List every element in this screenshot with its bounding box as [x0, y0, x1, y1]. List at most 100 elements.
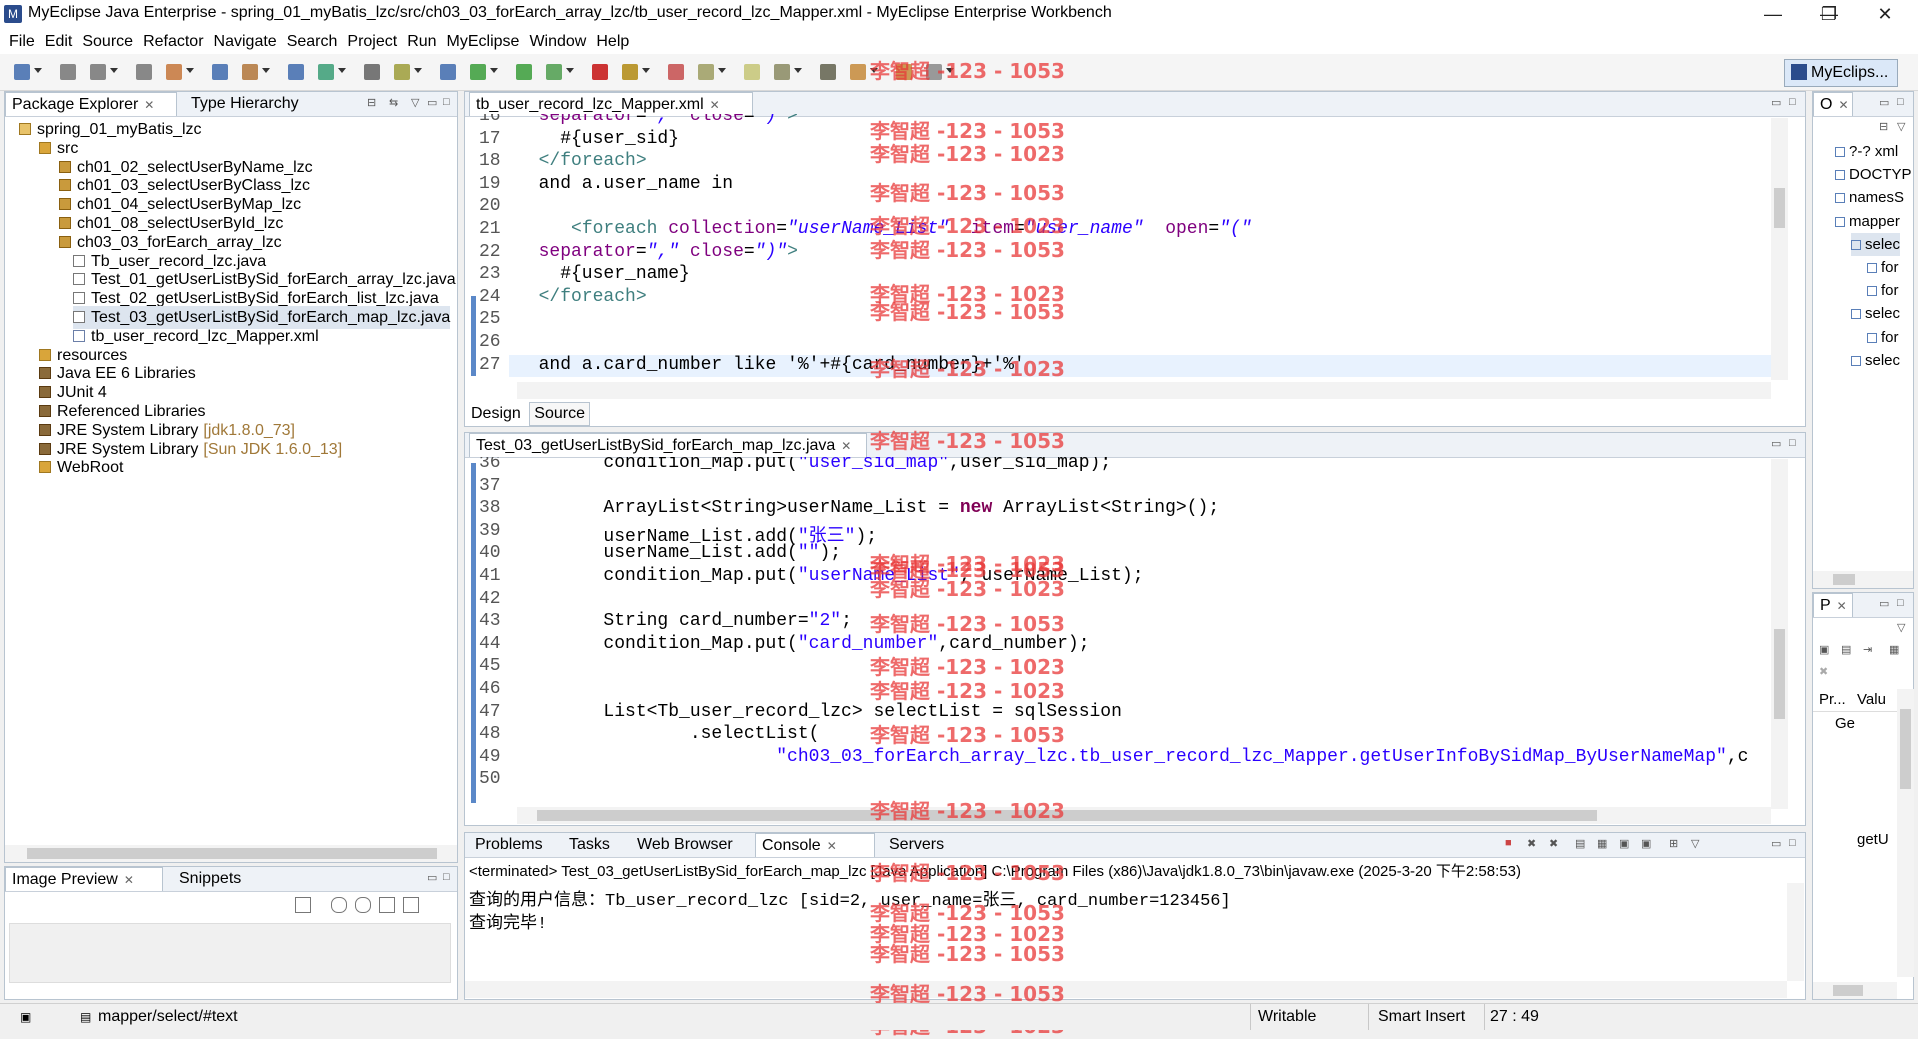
scrollbar-thumb[interactable]: [537, 810, 1597, 821]
new-java-icon[interactable]: [622, 64, 638, 80]
open-type-icon[interactable]: [212, 64, 228, 80]
collapse-all-icon[interactable]: ⊟: [1879, 120, 1888, 133]
restore-button[interactable]: ❐: [1806, 0, 1852, 30]
view-menu-icon[interactable]: ▽: [1897, 621, 1905, 634]
maximize-view-icon[interactable]: □: [443, 96, 450, 108]
print-icon[interactable]: [136, 64, 152, 80]
tab-outline[interactable]: O ✕: [1813, 92, 1853, 116]
horizontal-scrollbar[interactable]: [517, 382, 1771, 399]
close-icon[interactable]: ✕: [144, 98, 154, 112]
dropdown-arrow-icon[interactable]: [414, 68, 422, 73]
advanced-icon[interactable]: ⇥: [1863, 643, 1872, 656]
debug-icon[interactable]: [440, 64, 456, 80]
maximize-view-icon[interactable]: □: [443, 871, 450, 883]
link-editor-icon[interactable]: ⇆: [389, 96, 398, 109]
server-icon[interactable]: [288, 64, 304, 80]
minimize-view-icon[interactable]: ▭: [1771, 437, 1781, 450]
collapse-all-icon[interactable]: ⊟: [367, 96, 376, 109]
categories-icon[interactable]: ▤: [1841, 643, 1851, 656]
tab-problems[interactable]: Problems: [469, 833, 549, 857]
vertical-scrollbar[interactable]: [1787, 883, 1804, 981]
prev-annotation-icon[interactable]: [820, 64, 836, 80]
minimize-view-icon[interactable]: ▭: [1879, 96, 1889, 109]
horizontal-scrollbar[interactable]: [1813, 571, 1913, 588]
minimize-view-icon[interactable]: ▭: [1879, 597, 1889, 610]
menu-item-myeclipse[interactable]: MyEclipse: [442, 30, 525, 54]
filter-icon[interactable]: ▦: [1889, 643, 1899, 656]
run-icon[interactable]: [470, 64, 486, 80]
remove-launch-icon[interactable]: ✖: [1527, 837, 1536, 850]
menu-item-help[interactable]: Help: [591, 30, 634, 54]
vertical-scrollbar[interactable]: [1771, 118, 1788, 380]
open-resource-icon[interactable]: [242, 64, 258, 80]
outline-item[interactable]: for: [1867, 279, 1899, 302]
close-icon[interactable]: ✕: [841, 439, 851, 453]
dropdown-arrow-icon[interactable]: [110, 68, 118, 73]
console-menu-icon[interactable]: ▽: [1691, 837, 1699, 850]
zoom-in-icon[interactable]: [355, 897, 371, 913]
tab-image-preview[interactable]: Image Preview ✕: [5, 867, 163, 891]
dropdown-arrow-icon[interactable]: [794, 68, 802, 73]
maximize-view-icon[interactable]: □: [1789, 437, 1796, 449]
menu-item-file[interactable]: File: [4, 30, 40, 54]
dropdown-arrow-icon[interactable]: [490, 68, 498, 73]
external-tools-icon[interactable]: [592, 64, 608, 80]
tree-item[interactable]: WebRoot: [39, 456, 123, 479]
outline-item[interactable]: selec: [1851, 302, 1900, 325]
menu-item-project[interactable]: Project: [342, 30, 402, 54]
outline-item[interactable]: selec: [1851, 349, 1900, 372]
menu-item-search[interactable]: Search: [282, 30, 343, 54]
display-console-icon[interactable]: ▣: [1641, 837, 1651, 850]
java-code-area[interactable]: 36 condition_Map.put("user_sid_map",user…: [465, 457, 1775, 807]
outline-item[interactable]: namesS: [1835, 186, 1904, 209]
menu-item-source[interactable]: Source: [77, 30, 138, 54]
horizontal-scrollbar[interactable]: [1813, 982, 1897, 999]
new-icon[interactable]: [14, 64, 30, 80]
next-annotation-icon[interactable]: [774, 64, 790, 80]
vertical-scrollbar[interactable]: [1771, 459, 1788, 809]
actual-size-icon[interactable]: [379, 897, 395, 913]
outline-item[interactable]: ?-? xml: [1835, 140, 1898, 163]
restore-default-icon[interactable]: ✖: [1819, 665, 1828, 678]
remove-all-icon[interactable]: ✖: [1549, 837, 1558, 850]
tab-package-explorer[interactable]: Package Explorer ✕: [5, 92, 177, 116]
tab-xml-mapper[interactable]: tb_user_record_lzc_Mapper.xml ✕: [469, 92, 753, 116]
menu-item-window[interactable]: Window: [524, 30, 591, 54]
dropdown-arrow-icon[interactable]: [186, 68, 194, 73]
dropdown-arrow-icon[interactable]: [566, 68, 574, 73]
minimize-view-icon[interactable]: ▭: [1771, 96, 1781, 109]
horizontal-scrollbar[interactable]: [465, 981, 1787, 998]
dropdown-arrow-icon[interactable]: [338, 68, 346, 73]
menu-item-run[interactable]: Run: [402, 30, 441, 54]
tab-servers[interactable]: Servers: [883, 833, 950, 857]
perspective-switcher[interactable]: MyEclips...: [1784, 59, 1898, 87]
maximize-view-icon[interactable]: □: [1897, 597, 1904, 609]
dropdown-arrow-icon[interactable]: [718, 68, 726, 73]
clear-console-icon[interactable]: ▤: [1575, 837, 1585, 850]
close-icon[interactable]: ✕: [827, 839, 837, 853]
save-all-icon[interactable]: [90, 64, 106, 80]
menu-item-refactor[interactable]: Refactor: [138, 30, 208, 54]
save-icon[interactable]: [60, 64, 76, 80]
tab-properties[interactable]: P ✕: [1813, 593, 1853, 617]
tab-tasks[interactable]: Tasks: [563, 833, 616, 857]
scrollbar-thumb[interactable]: [1900, 709, 1911, 789]
maximize-view-icon[interactable]: □: [1897, 96, 1904, 108]
fit-window-icon[interactable]: [403, 897, 419, 913]
outline-item[interactable]: for: [1867, 256, 1899, 279]
menu-item-navigate[interactable]: Navigate: [209, 30, 282, 54]
pin-icon[interactable]: ▣: [1819, 643, 1829, 656]
outline-item[interactable]: for: [1867, 326, 1899, 349]
vertical-scrollbar[interactable]: [1897, 689, 1914, 977]
quick-access-icon[interactable]: ▣: [20, 1010, 31, 1024]
tab-design[interactable]: Design: [467, 403, 525, 425]
scrollbar-thumb[interactable]: [27, 848, 437, 859]
dropdown-arrow-icon[interactable]: [642, 68, 650, 73]
terminate-icon[interactable]: ■: [1505, 837, 1512, 849]
coverage-icon[interactable]: [546, 64, 562, 80]
tab-snippets[interactable]: Snippets: [173, 867, 247, 891]
pin-console-icon[interactable]: ▣: [1619, 837, 1629, 850]
minimize-button-2[interactable]: —: [1750, 0, 1796, 30]
deploy-icon[interactable]: [364, 64, 380, 80]
tab-source[interactable]: Source: [529, 402, 590, 426]
